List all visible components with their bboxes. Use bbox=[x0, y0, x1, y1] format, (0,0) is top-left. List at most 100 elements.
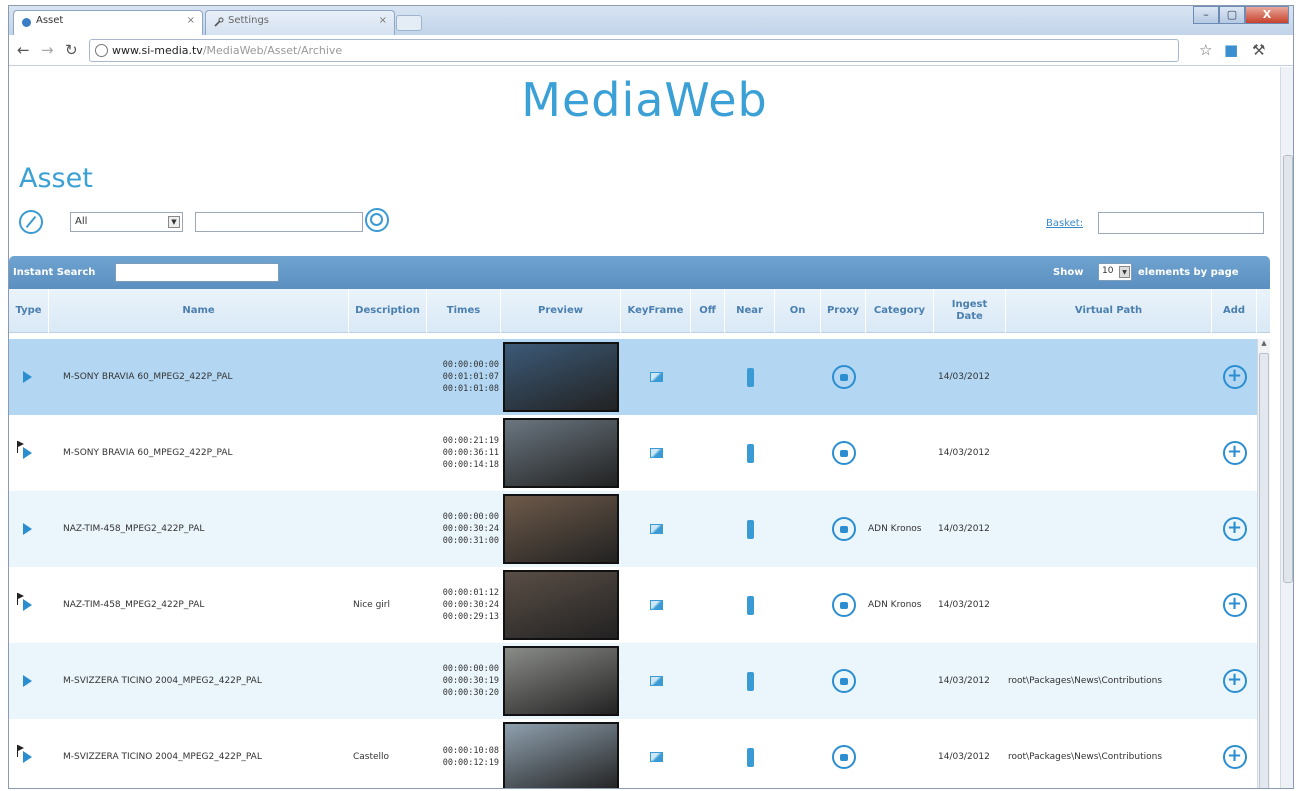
play-icon[interactable] bbox=[23, 599, 32, 611]
table-row[interactable]: M-SONY BRAVIA 60_MPEG2_422P_PAL 00:00:21… bbox=[9, 415, 1257, 491]
edit-icon[interactable] bbox=[19, 210, 43, 234]
column-header-on[interactable]: On bbox=[775, 289, 821, 333]
time-duration: 00:01:01:08 bbox=[442, 384, 499, 394]
add-icon[interactable]: + bbox=[1222, 441, 1247, 465]
column-header-near[interactable]: Near bbox=[725, 289, 775, 333]
column-header-name[interactable]: Name bbox=[49, 289, 349, 333]
close-tab-icon[interactable]: × bbox=[187, 15, 195, 26]
proxy-cell bbox=[821, 719, 866, 788]
preview-image bbox=[505, 420, 617, 486]
search-input[interactable] bbox=[195, 212, 363, 232]
storage-near-icon bbox=[746, 671, 754, 691]
tab-label: Settings bbox=[228, 15, 270, 26]
wrench-menu-icon[interactable]: ⚒ bbox=[1252, 41, 1265, 59]
video-proxy-icon[interactable] bbox=[831, 669, 856, 693]
keyframe-cell bbox=[621, 339, 691, 415]
reload-icon[interactable]: ↻ bbox=[65, 41, 78, 59]
table-row[interactable]: NAZ-TIM-458_MPEG2_422P_PAL Nice girl 00:… bbox=[9, 567, 1257, 643]
minimize-button[interactable]: – bbox=[1193, 6, 1219, 24]
scroll-up-icon[interactable]: ▲ bbox=[1258, 339, 1270, 351]
ingest-date-cell: 14/03/2012 bbox=[938, 752, 990, 762]
ingest-date-cell: 14/03/2012 bbox=[938, 372, 990, 382]
ingest-date-cell: 14/03/2012 bbox=[938, 448, 990, 458]
preview-thumbnail[interactable] bbox=[503, 570, 619, 640]
add-icon[interactable]: + bbox=[1222, 745, 1247, 769]
video-proxy-icon[interactable] bbox=[831, 365, 856, 389]
image-icon[interactable] bbox=[649, 752, 663, 762]
time-out: 00:00:12:19 bbox=[442, 758, 499, 768]
table-row[interactable]: M-SVIZZERA TICINO 2004_MPEG2_422P_PAL 00… bbox=[9, 643, 1257, 719]
play-icon[interactable] bbox=[23, 371, 32, 383]
type-cell bbox=[9, 643, 49, 719]
address-bar[interactable]: www.si-media.tv/MediaWeb/Asset/Archive bbox=[89, 39, 1179, 62]
close-window-button[interactable]: X bbox=[1245, 6, 1289, 24]
basket-link[interactable]: Basket: bbox=[1046, 218, 1083, 229]
play-icon[interactable] bbox=[23, 447, 32, 459]
column-header-off[interactable]: Off bbox=[691, 289, 725, 333]
search-icon[interactable] bbox=[365, 208, 389, 232]
column-header-category[interactable]: Category bbox=[866, 289, 934, 333]
column-header-proxy[interactable]: Proxy bbox=[821, 289, 866, 333]
forward-arrow-icon[interactable]: → bbox=[41, 41, 54, 59]
video-proxy-icon[interactable] bbox=[831, 517, 856, 541]
filter-select[interactable]: All ▼ bbox=[70, 212, 183, 232]
maximize-button[interactable]: ▢ bbox=[1219, 6, 1245, 24]
image-icon[interactable] bbox=[649, 676, 663, 686]
preview-thumbnail[interactable] bbox=[503, 646, 619, 716]
image-icon[interactable] bbox=[649, 372, 663, 382]
image-icon[interactable] bbox=[649, 600, 663, 610]
basket-input[interactable] bbox=[1098, 212, 1264, 234]
image-icon[interactable] bbox=[649, 448, 663, 458]
table-row[interactable]: M-SVIZZERA TICINO 2004_MPEG2_422P_PAL Ca… bbox=[9, 719, 1257, 788]
storage-near-icon bbox=[746, 367, 754, 387]
add-cell: + bbox=[1212, 415, 1257, 491]
page-scrollbar[interactable] bbox=[1280, 67, 1293, 788]
instant-search-input[interactable] bbox=[115, 263, 279, 282]
play-icon[interactable] bbox=[23, 523, 32, 535]
preview-thumbnail[interactable] bbox=[503, 722, 619, 788]
preview-image bbox=[505, 724, 617, 788]
tab-settings[interactable]: Settings × bbox=[205, 10, 395, 35]
play-icon[interactable] bbox=[23, 751, 32, 763]
virtual-path-cell bbox=[1008, 491, 1212, 567]
wrench-icon bbox=[214, 17, 224, 27]
video-proxy-icon[interactable] bbox=[831, 593, 856, 617]
column-header-type[interactable]: Type bbox=[9, 289, 49, 333]
add-icon[interactable]: + bbox=[1222, 517, 1247, 541]
table-row[interactable]: M-SONY BRAVIA 60_MPEG2_422P_PAL 00:00:00… bbox=[9, 339, 1257, 415]
video-proxy-icon[interactable] bbox=[831, 441, 856, 465]
video-proxy-icon[interactable] bbox=[831, 745, 856, 769]
play-icon[interactable] bbox=[23, 675, 32, 687]
close-tab-icon[interactable]: × bbox=[379, 15, 387, 26]
image-icon[interactable] bbox=[649, 524, 663, 534]
near-cell bbox=[725, 415, 775, 491]
preview-thumbnail[interactable] bbox=[503, 342, 619, 412]
add-icon[interactable]: + bbox=[1222, 365, 1247, 389]
new-tab-button[interactable] bbox=[396, 15, 422, 31]
column-header-keyframe[interactable]: KeyFrame bbox=[621, 289, 691, 333]
grid-scroll-thumb[interactable] bbox=[1259, 353, 1269, 788]
page-favicon-icon bbox=[22, 18, 31, 27]
grid-toolbar: Instant Search Show 10 ▼ elements by pag… bbox=[9, 256, 1270, 289]
add-icon[interactable]: + bbox=[1222, 669, 1247, 693]
back-arrow-icon[interactable]: ← bbox=[17, 41, 30, 59]
time-in: 00:00:10:08 bbox=[442, 746, 499, 756]
time-out: 00:01:01:07 bbox=[442, 372, 499, 382]
add-icon[interactable]: + bbox=[1222, 593, 1247, 617]
tab-asset[interactable]: Asset × bbox=[13, 10, 203, 35]
table-row[interactable]: NAZ-TIM-458_MPEG2_422P_PAL 00:00:00:00 0… bbox=[9, 491, 1257, 567]
column-header-virtual-path[interactable]: Virtual Path bbox=[1006, 289, 1212, 333]
grid-scrollbar[interactable]: ▲ bbox=[1257, 339, 1270, 788]
preview-thumbnail[interactable] bbox=[503, 418, 619, 488]
page-size-select[interactable]: 10 ▼ bbox=[1098, 263, 1132, 281]
preview-thumbnail[interactable] bbox=[503, 494, 619, 564]
column-header-add[interactable]: Add bbox=[1212, 289, 1257, 333]
column-header-ingest-date[interactable]: Ingest Date bbox=[934, 289, 1006, 333]
column-header-times[interactable]: Times bbox=[427, 289, 501, 333]
category-cell: ADN Kronos bbox=[868, 599, 922, 610]
star-icon[interactable]: ☆ bbox=[1199, 41, 1212, 59]
extension-icon[interactable]: ■ bbox=[1224, 41, 1238, 59]
column-header-preview[interactable]: Preview bbox=[501, 289, 621, 333]
page-scroll-thumb[interactable] bbox=[1283, 155, 1293, 583]
column-header-description[interactable]: Description bbox=[349, 289, 427, 333]
